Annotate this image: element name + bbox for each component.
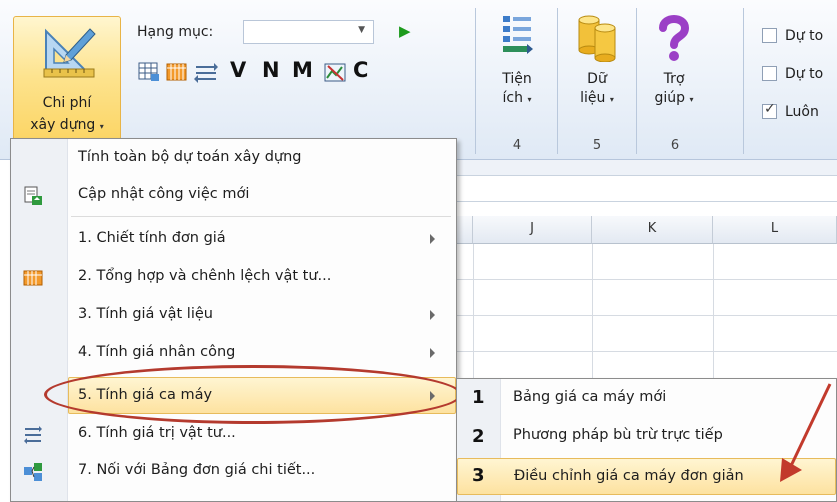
toolbar-v-button[interactable]: V <box>230 58 246 82</box>
du-lieu-button[interactable]: Dữ liệu ▾ <box>567 12 627 137</box>
menu-item-label: 4. Tính giá nhân công <box>78 344 236 360</box>
submenu-arrow-icon <box>430 234 435 244</box>
menu-item-gia-vat-lieu[interactable]: 3. Tính giá vật liệu <box>11 297 456 334</box>
submenu-item-label: Điều chỉnh giá ca máy đơn giản <box>514 468 744 484</box>
toolbar-c-button[interactable]: C <box>353 58 368 82</box>
column-header-k[interactable]: K <box>592 216 713 244</box>
help-question-icon <box>659 15 690 61</box>
group-number-6: 6 <box>670 138 680 153</box>
menu-item-noi-bang-don-gia[interactable]: 7. Nối với Bảng đơn giá chi tiết... <box>11 453 456 490</box>
hang-muc-label: Hạng mục: <box>137 24 214 40</box>
menu-item-cap-nhat[interactable]: Cập nhật công việc mới <box>11 177 456 214</box>
menu-item-label: 7. Nối với Bảng đơn giá chi tiết... <box>78 462 316 478</box>
menu-item-label: Cập nhật công việc mới <box>78 186 250 202</box>
transfer-arrows-icon <box>24 426 42 444</box>
xay-dung-label: xây dựng <box>30 117 96 133</box>
menu-item-label: Tính toàn bộ dự toán xây dựng <box>78 149 302 165</box>
formula-bar[interactable] <box>455 175 837 202</box>
submenu-item-label: Phương pháp bù trừ trực tiếp <box>513 427 723 443</box>
menu-item-chiet-tinh[interactable]: 1. Chiết tính đơn giá <box>11 221 456 258</box>
dropdown-caret-icon: ▾ <box>689 95 694 104</box>
ribbon-separator <box>743 8 744 154</box>
group-number-4: 4 <box>512 138 522 153</box>
annotation-arrow-icon <box>780 383 832 482</box>
menu-item-label: 1. Chiết tính đơn giá <box>78 230 226 246</box>
group-number-5: 5 <box>592 138 602 153</box>
dropdown-caret-icon: ▾ <box>527 95 532 104</box>
sheet-band <box>455 160 837 175</box>
column-header-j[interactable]: J <box>473 216 592 244</box>
link-table-icon <box>24 463 42 481</box>
du-lieu-label-2: liệu <box>580 90 606 106</box>
ribbon-separator <box>557 8 558 154</box>
submenu-number-1: 1 <box>472 387 485 408</box>
columns-material-icon <box>23 270 43 286</box>
checkbox-label: Luôn <box>785 104 819 120</box>
submenu-item-label: Bảng giá ca máy mới <box>513 389 667 405</box>
update-document-icon <box>24 186 42 205</box>
checkbox-box[interactable] <box>762 28 777 43</box>
list-tools-icon <box>503 16 533 54</box>
columns-material-icon[interactable] <box>166 62 188 82</box>
du-lieu-label-1: Dữ <box>587 71 607 87</box>
hang-muc-combobox[interactable]: ▼ <box>243 20 374 44</box>
checkbox-label: Dự to <box>785 66 824 82</box>
checkbox-box-checked[interactable]: ✓ <box>762 101 777 119</box>
submenu-arrow-icon <box>430 310 435 320</box>
transfer-arrows-icon[interactable] <box>194 62 218 84</box>
submenu-arrow-icon <box>430 348 435 358</box>
checkbox-option-2[interactable]: Dự to <box>762 66 823 82</box>
toolbar-m-button[interactable]: M <box>292 58 313 82</box>
play-icon[interactable]: ▶ <box>399 22 411 40</box>
dropdown-caret-icon: ▾ <box>609 95 614 104</box>
toolbar-n-button[interactable]: N <box>262 58 280 82</box>
column-header-blank <box>455 216 473 244</box>
menu-item-label: 2. Tổng hợp và chênh lệch vật tư... <box>78 268 332 284</box>
checkbox-box[interactable] <box>762 66 777 81</box>
menu-item-label: 3. Tính giá vật liệu <box>78 306 213 322</box>
database-icon <box>578 15 616 62</box>
menu-item-tinh-toan-bo[interactable]: Tính toàn bộ dự toán xây dựng <box>11 140 456 177</box>
checkmark-icon: ✓ <box>764 101 776 117</box>
ruler-set-pencil-icon <box>43 28 96 78</box>
submenu-number-2: 2 <box>472 426 485 447</box>
tro-giup-label-1: Trợ <box>663 71 685 87</box>
chi-phi-dropdown-menu: Tính toàn bộ dự toán xây dựng Cập nhật c… <box>10 138 457 502</box>
table-grid-icon[interactable] <box>138 62 160 82</box>
menu-item-cut-off <box>11 490 456 502</box>
tien-ich-label-2: ích <box>502 90 523 106</box>
checkbox-option-3[interactable]: ✓ Luôn <box>762 101 819 120</box>
tien-ich-button[interactable]: Tiện ích ▾ <box>487 12 547 137</box>
menu-item-tong-hop[interactable]: 2. Tổng hợp và chênh lệch vật tư... <box>11 259 456 296</box>
column-header-l[interactable]: L <box>713 216 837 244</box>
chart-window-icon[interactable] <box>324 62 348 84</box>
menu-separator <box>71 216 451 217</box>
checkbox-option-1[interactable]: Dự to <box>762 28 823 44</box>
ribbon: Chi phí xây dựng ▾ Hạng mục: ▼ ▶ V N M C <box>0 0 837 160</box>
annotation-oval <box>44 365 462 424</box>
chevron-down-icon[interactable]: ▼ <box>358 25 365 35</box>
ribbon-separator <box>475 8 476 154</box>
chi-phi-label: Chi phí <box>42 95 92 111</box>
tro-giup-button[interactable]: Trợ giúp ▾ <box>644 12 704 137</box>
tien-ich-label-1: Tiện <box>502 71 532 87</box>
submenu-number-3: 3 <box>472 465 485 486</box>
dropdown-caret-icon: ▾ <box>99 122 104 131</box>
chi-phi-xay-dung-button[interactable]: Chi phí xây dựng ▾ <box>13 16 121 150</box>
checkbox-label: Dự to <box>785 28 824 44</box>
tro-giup-label-2: giúp <box>654 90 686 106</box>
menu-item-label: 6. Tính giá trị vật tư... <box>78 425 236 441</box>
ribbon-separator <box>636 8 637 154</box>
